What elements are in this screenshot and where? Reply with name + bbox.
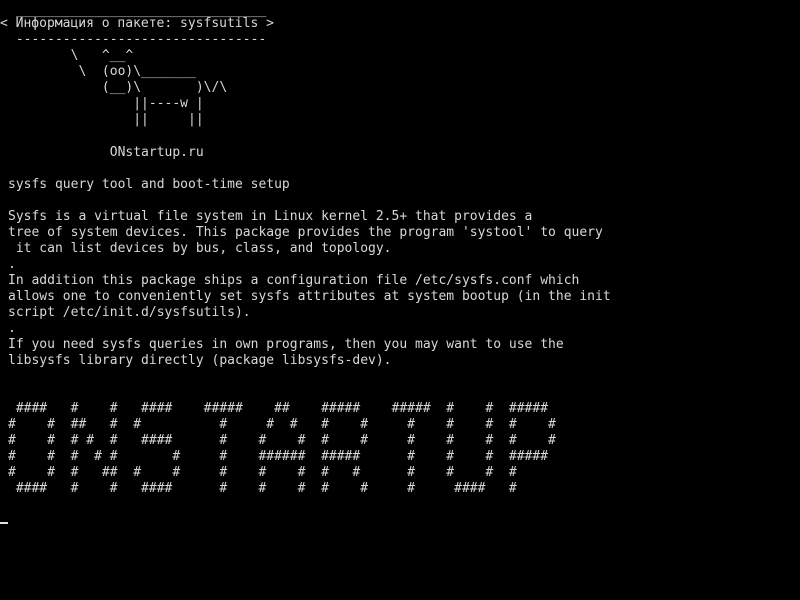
banner-line-2: # # ## # # # # # # # # # # # # [8, 417, 556, 432]
description-line-10: libsysfs library directly (package libsy… [8, 353, 392, 368]
package-summary: sysfs query tool and boot-time setup [8, 177, 290, 192]
banner-line-1: #### # # #### ##### ## ##### ##### # # #… [8, 401, 549, 416]
banner-line-5: # # # ## # # # # # # # # # # # [8, 465, 517, 480]
description-line-2: tree of system devices. This package pro… [8, 225, 603, 240]
terminal-console[interactable]: ________________________________ < Инфор… [0, 0, 800, 600]
cowsay-title: < Информация о пакете: sysfsutils > [0, 16, 274, 31]
cow-line-1: \ ^__^ [8, 48, 134, 63]
cow-line-2: \ (oo)\_______ [8, 64, 196, 79]
banner-line-3: # # # # # #### # # # # # # # # # # [8, 433, 556, 448]
cow-line-4: ||----w | [8, 96, 204, 111]
description-line-7: script /etc/init.d/sysfsutils). [8, 305, 251, 320]
cow-line-5: || || [8, 112, 204, 127]
description-line-9: If you need sysfs queries in own program… [8, 337, 564, 352]
description-line-8: . [8, 321, 16, 336]
description-line-4: . [8, 257, 16, 272]
description-line-3: it can list devices by bus, class, and t… [8, 241, 392, 256]
description-line-1: Sysfs is a virtual file system in Linux … [8, 209, 533, 224]
banner-line-6: #### # # #### # # # # # # #### # [8, 481, 517, 496]
description-line-5: In addition this package ships a configu… [8, 273, 580, 288]
site-name: ONstartup.ru [8, 145, 204, 160]
text-cursor [0, 522, 8, 524]
description-line-6: allows one to conveniently set sysfs att… [8, 289, 611, 304]
cowsay-border-bottom: -------------------------------- [8, 32, 267, 47]
cow-line-3: (__)\ )\/\ [8, 80, 228, 95]
banner-line-4: # # # # # # # ###### ##### # # # ##### [8, 449, 549, 464]
